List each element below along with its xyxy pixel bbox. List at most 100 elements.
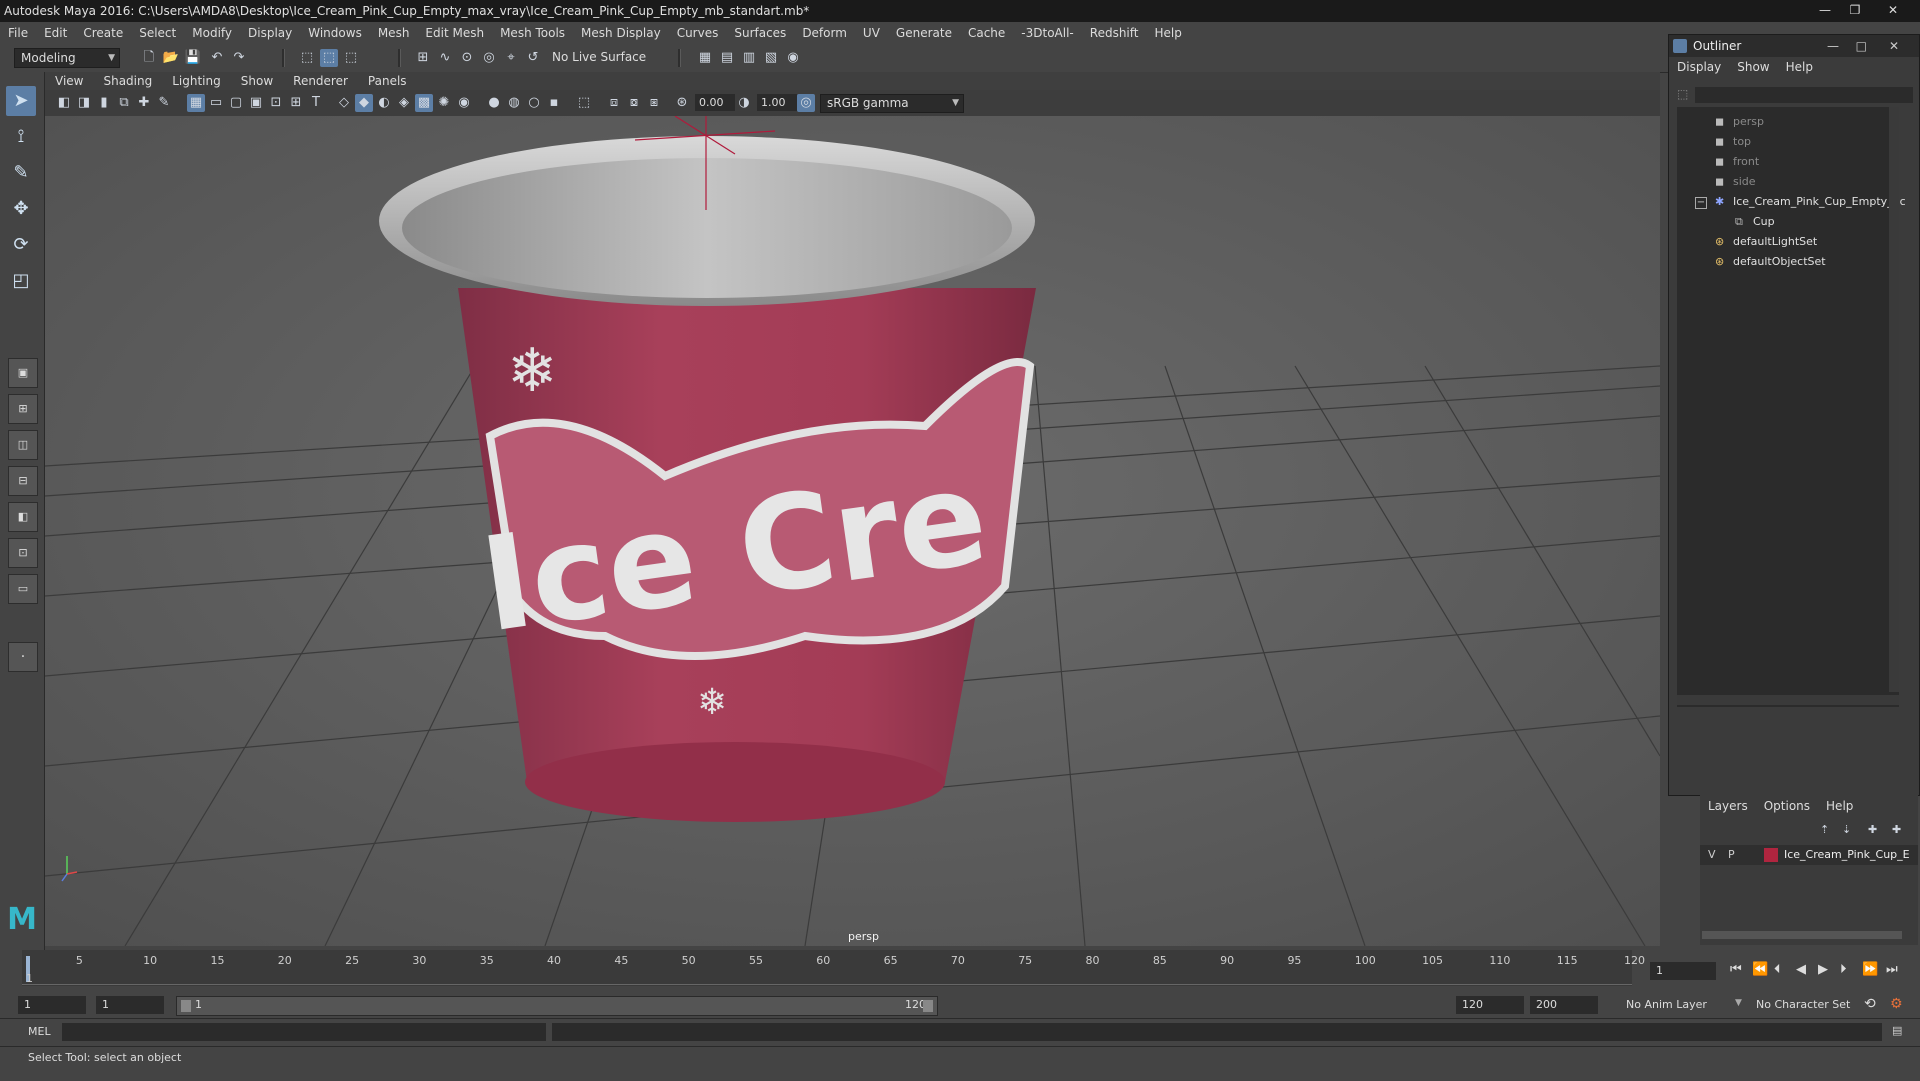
select-component-icon[interactable]: ⬚	[342, 49, 360, 67]
open-scene-icon[interactable]: 📂	[162, 49, 180, 67]
auto-key-icon[interactable]: ⟲	[1864, 996, 1876, 1012]
outliner-item-side[interactable]: ◼ side	[1715, 173, 1756, 191]
vertical-scrollbar[interactable]	[1889, 107, 1899, 692]
outliner-item-default-object-set[interactable]: ⊛ defaultObjectSet	[1715, 253, 1826, 271]
step-back-frame-icon[interactable]: ⏴	[1774, 962, 1781, 977]
save-scene-icon[interactable]: 💾	[184, 49, 202, 67]
grease-pencil-icon[interactable]: ✎	[155, 94, 173, 112]
snap-grid-icon[interactable]: ⊞	[414, 49, 432, 67]
menu-select[interactable]: Select	[131, 26, 184, 40]
exposure-icon[interactable]: ⊛	[673, 94, 691, 112]
wireframe-on-shaded-icon[interactable]: ◈	[395, 94, 413, 112]
character-set-dropdown[interactable]: No Character Set	[1756, 998, 1850, 1011]
textured-icon[interactable]: ▩	[415, 94, 433, 112]
outliner-item-group[interactable]: ✱ Ice_Cream_Pink_Cup_Empty_nc	[1715, 193, 1906, 211]
outliner-item-persp[interactable]: ◼ persp	[1715, 113, 1764, 131]
image-plane-icon[interactable]: ⧉	[115, 94, 133, 112]
field-chart-icon[interactable]: ⊡	[267, 94, 285, 112]
minimize-icon[interactable]: —	[1827, 35, 1839, 57]
command-input[interactable]	[62, 1023, 546, 1041]
new-layer-icon[interactable]: ✚	[1868, 823, 1877, 836]
select-object-icon[interactable]: ⬚	[320, 49, 338, 67]
menu-cache[interactable]: Cache	[960, 26, 1013, 40]
menu-generate[interactable]: Generate	[888, 26, 960, 40]
layer-color-swatch[interactable]	[1764, 848, 1778, 862]
menu-surfaces[interactable]: Surfaces	[726, 26, 794, 40]
animation-preferences-icon[interactable]: ⚙	[1890, 996, 1903, 1012]
range-start-handle[interactable]	[181, 1000, 191, 1012]
camera-select-icon[interactable]: ◧	[55, 94, 73, 112]
layer-name[interactable]: Ice_Cream_Pink_Cup_E	[1784, 848, 1910, 861]
menu-redshift[interactable]: Redshift	[1082, 26, 1147, 40]
gate-mask-icon[interactable]: ▣	[247, 94, 265, 112]
menu-mesh[interactable]: Mesh	[370, 26, 418, 40]
collapse-icon[interactable]: −	[1695, 197, 1707, 209]
mode-dropdown[interactable]: Modeling ▼	[14, 48, 120, 68]
xray-components-icon[interactable]: ⧆	[645, 94, 663, 112]
panel-menu-renderer[interactable]: Renderer	[283, 74, 358, 88]
snap-curve-icon[interactable]: ∿	[436, 49, 454, 67]
resolution-gate-icon[interactable]: ▢	[227, 94, 245, 112]
time-slider[interactable]: 1 5 10 15 20 25 30 35 40 45 50 55 60 65 70 75 80 85 90 95 1…	[22, 950, 1645, 986]
film-gate-icon[interactable]: ▭	[207, 94, 225, 112]
layer-menu-options[interactable]: Options	[1756, 799, 1818, 813]
snap-view-plane-icon[interactable]: ◎	[480, 49, 498, 67]
menu-display[interactable]: Display	[240, 26, 300, 40]
select-tool-icon[interactable]: ➤	[6, 86, 36, 116]
maximize-icon[interactable]: □	[1856, 35, 1867, 57]
scene-end-field[interactable]: 200	[1530, 996, 1598, 1014]
horizontal-scrollbar[interactable]	[1677, 695, 1899, 705]
current-frame-field[interactable]: 1	[1650, 962, 1716, 980]
filter-icon[interactable]: ⬚	[1677, 87, 1688, 101]
shadows-icon[interactable]: ◉	[455, 94, 473, 112]
two-d-pan-icon[interactable]: ✚	[135, 94, 153, 112]
layer-menu-help[interactable]: Help	[1818, 799, 1861, 813]
custom-layout-icon[interactable]: ▭	[8, 574, 38, 604]
panel-menu-panels[interactable]: Panels	[358, 74, 417, 88]
lasso-tool-icon[interactable]: ⟟	[6, 122, 36, 152]
redo-icon[interactable]: ↷	[230, 49, 248, 67]
menu-mesh-tools[interactable]: Mesh Tools	[492, 26, 573, 40]
paint-select-icon[interactable]: ✎	[6, 158, 36, 188]
persp-graph-layout-icon[interactable]: ⊟	[8, 466, 38, 496]
menu-file[interactable]: File	[0, 26, 36, 40]
menu-windows[interactable]: Windows	[300, 26, 370, 40]
close-icon[interactable]: ✕	[1889, 35, 1899, 57]
safe-action-icon[interactable]: ⊞	[287, 94, 305, 112]
render-frame-icon[interactable]: ▤	[718, 49, 736, 67]
perspective-viewport[interactable]: Ice Cre ❄ ❄ persp	[45, 116, 1660, 946]
uv-editor-layout-icon[interactable]: ⊡	[8, 538, 38, 568]
playback-end-field[interactable]: 120	[1456, 996, 1524, 1014]
panel-menu-shading[interactable]: Shading	[93, 74, 162, 88]
playback-start-field[interactable]: 1	[96, 996, 164, 1014]
close-button[interactable]: ✕	[1880, 2, 1906, 18]
layer-scrollbar[interactable]	[1702, 931, 1902, 939]
screen-space-ao-icon[interactable]: ●	[485, 94, 503, 112]
panel-menu-show[interactable]: Show	[231, 74, 283, 88]
ipr-render-icon[interactable]: ▥	[740, 49, 758, 67]
live-surface-label[interactable]: No Live Surface	[552, 50, 646, 64]
move-layer-down-icon[interactable]: ⇣	[1842, 823, 1851, 836]
layer-visibility-toggle[interactable]: V	[1708, 848, 1716, 861]
layer-menu-layers[interactable]: Layers	[1700, 799, 1756, 813]
outliner-item-default-light-set[interactable]: ⊛ defaultLightSet	[1715, 233, 1817, 251]
anim-layer-dropdown[interactable]: No Anim Layer	[1626, 998, 1707, 1011]
outliner-menu-show[interactable]: Show	[1729, 60, 1777, 74]
panel-menu-view[interactable]: View	[45, 74, 93, 88]
layer-playback-toggle[interactable]: P	[1728, 848, 1735, 861]
range-slider[interactable]: 1 120	[176, 996, 938, 1016]
persp-outliner-layout-icon[interactable]: ◫	[8, 430, 38, 460]
mel-label[interactable]: MEL	[28, 1025, 51, 1038]
go-to-start-icon[interactable]: ⏮	[1730, 962, 1742, 977]
menu-uv[interactable]: UV	[855, 26, 888, 40]
outliner-search-input[interactable]	[1695, 87, 1913, 103]
menu-edit[interactable]: Edit	[36, 26, 75, 40]
exposure-field[interactable]: 0.00	[695, 94, 735, 111]
undo-icon[interactable]: ↶	[208, 49, 226, 67]
outliner-item-front[interactable]: ◼ front	[1715, 153, 1759, 171]
outliner-menu-display[interactable]: Display	[1669, 60, 1729, 74]
snap-point-icon[interactable]: ⊙	[458, 49, 476, 67]
render-view-icon[interactable]: ▦	[696, 49, 714, 67]
move-tool-icon[interactable]: ✥	[6, 194, 36, 224]
step-forward-key-icon[interactable]: ⏩	[1862, 962, 1878, 977]
